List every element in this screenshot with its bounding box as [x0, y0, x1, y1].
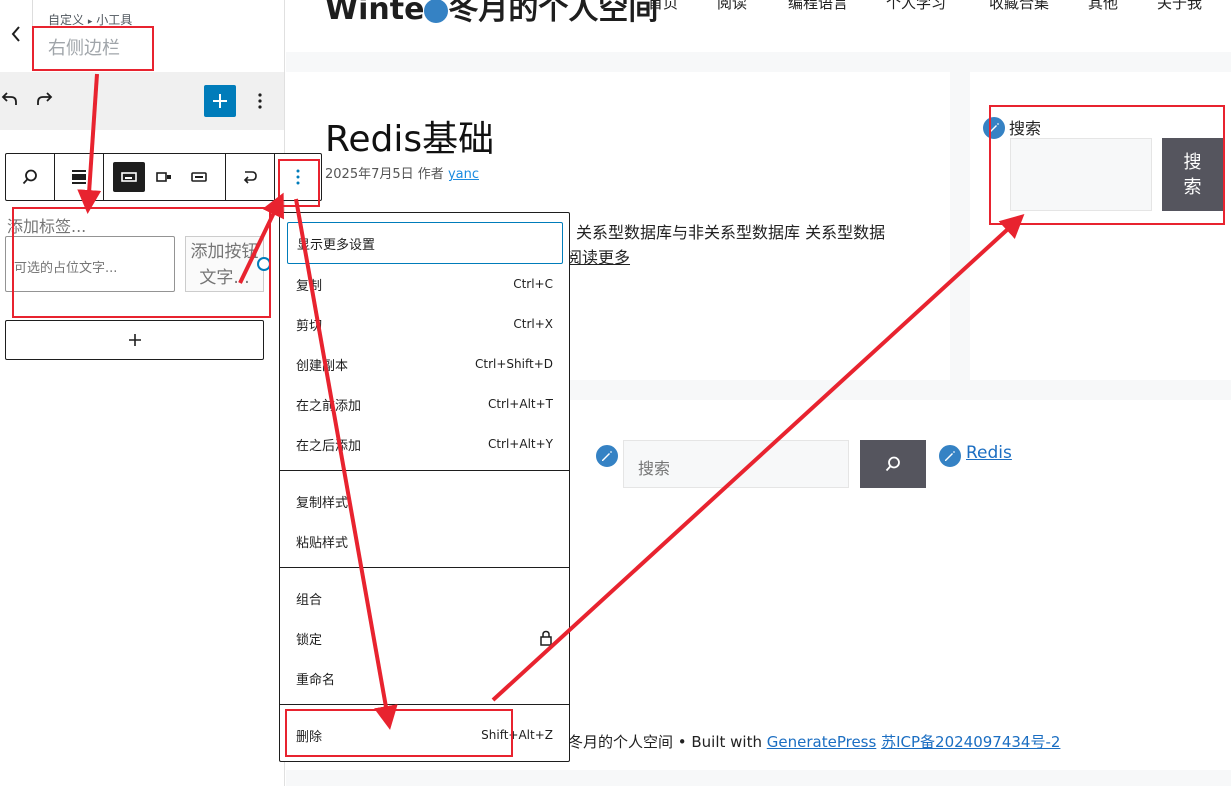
footer-credit: 冬月的个人空间 • Built with GeneratePress 苏ICP备… [568, 731, 1060, 752]
pencil-icon[interactable] [594, 443, 620, 469]
menu-item-shortcut: Ctrl+X [513, 317, 553, 331]
icp-link[interactable]: 苏ICP备2024097434号-2 [881, 733, 1060, 751]
label-position-button[interactable] [113, 154, 145, 200]
annotation-box [989, 105, 1225, 225]
button-outside-icon [121, 172, 137, 182]
menu-item-label: 重命名 [296, 672, 336, 688]
align-full-icon [72, 170, 86, 184]
menu-item-duplicate[interactable]: 创建副本 Ctrl+Shift+D [280, 344, 569, 384]
menu-item-label: 复制 [296, 278, 323, 294]
footer-search-input[interactable]: 搜索 [623, 440, 849, 488]
redo-button[interactable] [34, 88, 56, 112]
logo-suffix: 冬月的个人空间 [448, 0, 659, 27]
menu-item-group[interactable]: 组合 [280, 578, 569, 618]
post-title[interactable]: Redis基础 [325, 110, 494, 162]
breadcrumb-parent: 自定义 [48, 13, 85, 27]
menu-item-label: 在之后添加 [296, 438, 362, 454]
post-date: 2025年7月5日 [325, 167, 414, 182]
divider [280, 704, 569, 705]
redirect-icon [243, 171, 257, 184]
annotation-box [278, 159, 320, 207]
transform-button[interactable] [226, 154, 274, 200]
add-block-button[interactable] [204, 85, 236, 117]
search-block-button[interactable] [6, 154, 54, 200]
post-author-link[interactable]: yanc [448, 167, 479, 182]
menu-item-rename[interactable]: 重命名 [280, 658, 569, 698]
menu-item-copy[interactable]: 复制 Ctrl+C [280, 264, 569, 304]
site-logo[interactable]: Winte 冬月的个人空间 [325, 0, 658, 28]
menu-item-shortcut: Ctrl+Alt+Y [487, 437, 553, 451]
menu-item-label: 粘贴样式 [296, 535, 349, 551]
menu-item-insert-after[interactable]: 在之后添加 Ctrl+Alt+Y [280, 424, 569, 464]
nav-item-programming[interactable]: 编程语言 [788, 0, 848, 13]
menu-item-paste-styles[interactable]: 粘贴样式 [280, 521, 569, 561]
menu-item-label: 剪切 [296, 318, 323, 334]
menu-item-lock[interactable]: 锁定 [280, 618, 569, 658]
breadcrumb-child: 小工具 [96, 13, 133, 27]
chevron-left-icon [11, 26, 20, 42]
post-author-prefix: 作者 [417, 167, 444, 182]
lock-icon [540, 630, 552, 646]
block-options-menu: 显示更多设置 复制 Ctrl+C 剪切 Ctrl+X 创建副本 Ctrl+Shi… [279, 212, 570, 762]
menu-item-label: 显示更多设置 [297, 237, 376, 253]
undo-icon [1, 92, 17, 105]
annotation-box [32, 26, 154, 71]
search-icon [885, 456, 900, 472]
menu-item-label: 复制样式 [296, 495, 349, 511]
generatepress-link[interactable]: GeneratePress [767, 733, 877, 751]
footer-search-button[interactable] [860, 440, 926, 488]
block-appender-button[interactable] [5, 320, 264, 360]
nav-item-home[interactable]: 首页 [648, 0, 678, 13]
nav-item-about[interactable]: 关于我 [1157, 0, 1202, 13]
pencil-icon[interactable] [424, 0, 449, 23]
menu-item-shortcut: Ctrl+Alt+T [487, 397, 553, 411]
undo-button[interactable] [0, 88, 22, 112]
pencil-icon[interactable] [937, 443, 963, 469]
button-inside-button[interactable] [148, 154, 180, 200]
redo-icon [37, 92, 53, 105]
more-vertical-icon [258, 93, 262, 109]
footer-redis-link[interactable]: Redis [966, 443, 1012, 463]
menu-item-copy-styles[interactable]: 复制样式 [280, 481, 569, 521]
annotation-box [12, 207, 271, 318]
nav-item-learning[interactable]: 个人学习 [886, 0, 946, 13]
annotation-box [285, 709, 513, 757]
no-button-icon [191, 172, 207, 182]
divider [280, 470, 569, 471]
divider [103, 154, 104, 200]
align-button[interactable] [55, 154, 103, 200]
post-excerpt: 关系型数据库与非关系型数据库 关系型数据 [576, 223, 886, 242]
menu-item-label: 在之前添加 [296, 398, 362, 414]
post-meta: 2025年7月5日 作者 yanc [325, 163, 479, 182]
menu-item-label: 锁定 [296, 632, 323, 648]
search-icon [22, 169, 37, 185]
logo-prefix: Winte [325, 0, 425, 27]
menu-item-cut[interactable]: 剪切 Ctrl+X [280, 304, 569, 344]
menu-item-show-more-settings[interactable]: 显示更多设置 [287, 222, 563, 264]
menu-item-insert-before[interactable]: 在之前添加 Ctrl+Alt+T [280, 384, 569, 424]
menu-item-shortcut: Ctrl+Shift+D [475, 357, 553, 371]
button-inside-icon [156, 172, 171, 182]
options-button[interactable] [250, 86, 270, 116]
nav-item-reading[interactable]: 阅读 [717, 0, 747, 13]
menu-item-label: 组合 [296, 592, 323, 608]
footer-credit-text: 冬月的个人空间 • Built with [568, 733, 767, 751]
plus-icon [128, 334, 141, 346]
read-more-link[interactable]: 阅读更多 [566, 244, 630, 268]
no-button-button[interactable] [183, 154, 215, 200]
menu-item-label: 创建副本 [296, 358, 349, 374]
block-toolbar [5, 153, 322, 201]
nav-item-other[interactable]: 其他 [1088, 0, 1118, 13]
nav-item-collection[interactable]: 收藏合集 [989, 0, 1049, 13]
divider [280, 567, 569, 568]
menu-item-shortcut: Ctrl+C [513, 277, 553, 291]
plus-icon [213, 94, 227, 108]
back-button[interactable] [0, 14, 32, 54]
